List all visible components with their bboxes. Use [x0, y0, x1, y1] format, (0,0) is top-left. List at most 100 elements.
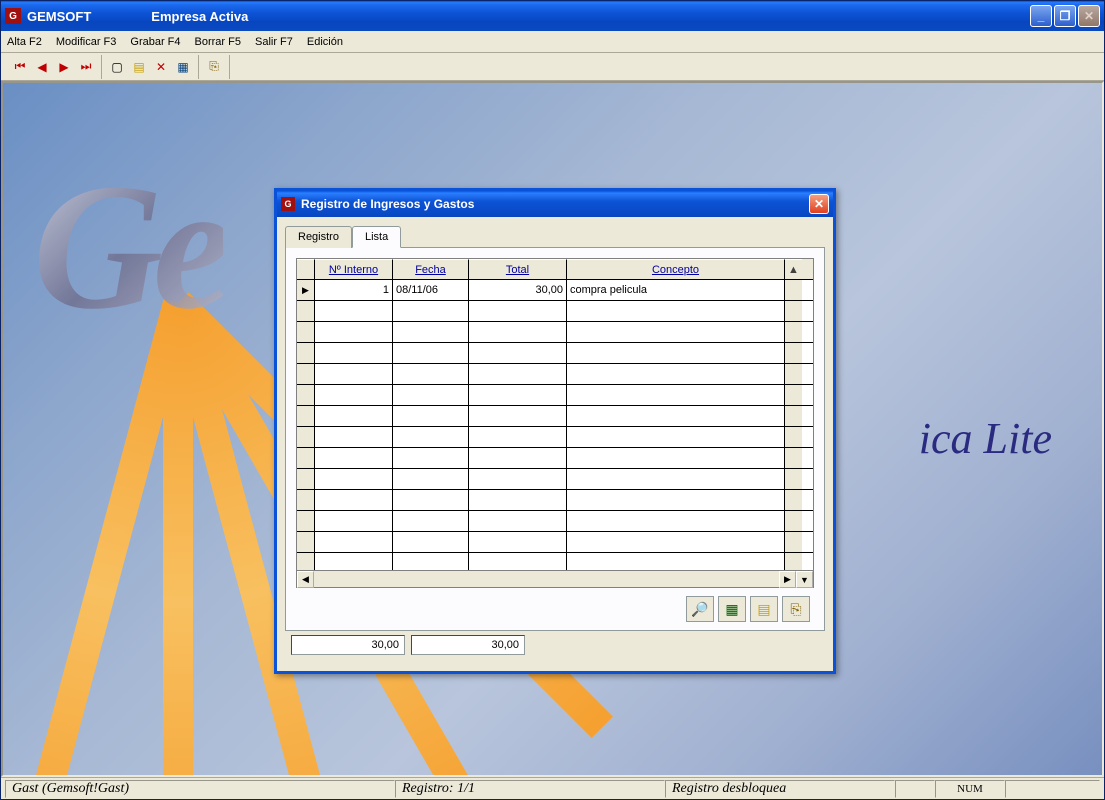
delete-icon: ✕ — [156, 60, 166, 74]
dialog-registro: G Registro de Ingresos y Gastos ✕ Regist… — [274, 188, 836, 674]
tab-lista[interactable]: Lista — [352, 226, 401, 248]
scroll-up-button[interactable]: ▲ — [785, 259, 802, 279]
prev-icon: ◀ — [37, 60, 46, 74]
cell-concepto[interactable]: compra pelicula — [567, 280, 785, 300]
new-record-button[interactable]: ▤ — [750, 596, 778, 622]
row-indicator-icon: ▶ — [297, 280, 315, 300]
dialog-toolbar: 🔎 ▦ ▤ ⎘ — [296, 588, 814, 626]
dialog-body: Registro Lista Nº Interno Fecha Total Co… — [277, 217, 833, 671]
table-row[interactable] — [297, 406, 813, 427]
data-grid[interactable]: Nº Interno Fecha Total Concepto ▲ ▶ 1 08… — [296, 258, 814, 588]
scroll-right-button[interactable]: ▶ — [779, 571, 796, 588]
next-button[interactable]: ▶ — [53, 56, 75, 78]
exit-dialog-button[interactable]: ⎘ — [782, 596, 810, 622]
cell-numero[interactable]: 1 — [315, 280, 393, 300]
table-row[interactable] — [297, 385, 813, 406]
header-fecha[interactable]: Fecha — [393, 259, 469, 279]
minimize-button[interactable]: _ — [1030, 5, 1052, 27]
menu-borrar[interactable]: Borrar F5 — [195, 36, 241, 48]
first-icon: ⏮ — [15, 59, 26, 74]
status-lock: Registro desbloquea — [665, 780, 895, 798]
table-row[interactable] — [297, 511, 813, 532]
grid-rows: ▶ 1 08/11/06 30,00 compra pelicula — [297, 280, 813, 570]
delete-button[interactable]: ✕ — [150, 56, 172, 78]
table-row[interactable] — [297, 427, 813, 448]
hscroll-track[interactable] — [314, 571, 779, 587]
table-row[interactable] — [297, 448, 813, 469]
edit-group: ▢ ▤ ✕ ▦ — [102, 55, 199, 79]
grid-header: Nº Interno Fecha Total Concepto ▲ — [297, 259, 813, 280]
status-module: Gast (Gemsoft!Gast) — [5, 780, 395, 798]
nav-group: ⏮ ◀ ▶ ⏭ — [5, 55, 102, 79]
table-row[interactable] — [297, 301, 813, 322]
dialog-icon: G — [281, 197, 295, 211]
next-icon: ▶ — [59, 60, 68, 74]
vscroll-track[interactable] — [785, 280, 802, 300]
close-button[interactable]: ✕ — [1078, 5, 1100, 27]
last-button[interactable]: ⏭ — [75, 56, 97, 78]
table-row[interactable] — [297, 490, 813, 511]
table-row[interactable] — [297, 322, 813, 343]
table-row[interactable] — [297, 532, 813, 553]
company-name: Empresa Activa — [151, 9, 248, 24]
menu-salir[interactable]: Salir F7 — [255, 36, 293, 48]
background-tagline: ica Lite — [919, 413, 1052, 464]
dialog-title: Registro de Ingresos y Gastos — [301, 197, 474, 211]
dialog-close-button[interactable]: ✕ — [809, 194, 829, 214]
exit-icon: ⎘ — [790, 601, 801, 618]
cell-fecha[interactable]: 08/11/06 — [393, 280, 469, 300]
header-numero[interactable]: Nº Interno — [315, 259, 393, 279]
menu-grabar[interactable]: Grabar F4 — [130, 36, 180, 48]
new-button[interactable]: ▢ — [106, 56, 128, 78]
cell-total[interactable]: 30,00 — [469, 280, 567, 300]
tab-registro[interactable]: Registro — [285, 226, 352, 248]
status-record: Registro: 1/1 — [395, 780, 665, 798]
new-doc-icon: ▢ — [111, 60, 122, 74]
menu-edicion[interactable]: Edición — [307, 36, 343, 48]
status-numlock: NUM — [935, 780, 1005, 798]
tab-panel-lista: Nº Interno Fecha Total Concepto ▲ ▶ 1 08… — [285, 248, 825, 631]
new-doc-icon: ▤ — [757, 601, 770, 618]
menu-modificar[interactable]: Modificar F3 — [56, 36, 117, 48]
table-row[interactable]: ▶ 1 08/11/06 30,00 compra pelicula — [297, 280, 813, 301]
table-row[interactable] — [297, 469, 813, 490]
close-icon: ✕ — [814, 197, 824, 211]
binoculars-icon: 🔎 — [691, 601, 708, 618]
statusbar: Gast (Gemsoft!Gast) Registro: 1/1 Regist… — [1, 777, 1104, 799]
table-row[interactable] — [297, 364, 813, 385]
table-row[interactable] — [297, 343, 813, 364]
content-area: Ge ica Lite G Registro de Ingresos y Gas… — [1, 81, 1104, 777]
exit-button[interactable]: ⎘ — [203, 56, 225, 78]
header-total[interactable]: Total — [469, 259, 567, 279]
grid-hscrollbar[interactable]: ◀ ▶ ▼ — [297, 570, 813, 587]
table-row[interactable] — [297, 553, 813, 570]
toolbar: ⏮ ◀ ▶ ⏭ ▢ ▤ ✕ ▦ ⎘ — [1, 53, 1104, 81]
first-button[interactable]: ⏮ — [9, 56, 31, 78]
status-spacer — [1005, 780, 1100, 798]
main-window: G GEMSOFT Empresa Activa _ ❐ ✕ Alta F2 M… — [0, 0, 1105, 800]
grid-icon: ▦ — [177, 60, 188, 74]
totals-row: 30,00 30,00 — [285, 631, 825, 663]
status-empty — [895, 780, 935, 798]
menu-alta[interactable]: Alta F2 — [7, 36, 42, 48]
app-icon: G — [5, 8, 21, 24]
maximize-button[interactable]: ❐ — [1054, 5, 1076, 27]
app-name: GEMSOFT — [27, 9, 91, 24]
total-field-1: 30,00 — [291, 635, 405, 655]
search-button[interactable]: 🔎 — [686, 596, 714, 622]
background-logo: Ge — [33, 143, 223, 350]
dialog-titlebar[interactable]: G Registro de Ingresos y Gastos ✕ — [277, 191, 833, 217]
grid-view-button[interactable]: ▦ — [718, 596, 746, 622]
grid-button[interactable]: ▦ — [172, 56, 194, 78]
header-selector[interactable] — [297, 259, 315, 279]
total-field-2: 30,00 — [411, 635, 525, 655]
menubar: Alta F2 Modificar F3 Grabar F4 Borrar F5… — [1, 31, 1104, 53]
scroll-left-button[interactable]: ◀ — [297, 571, 314, 588]
main-titlebar: G GEMSOFT Empresa Activa _ ❐ ✕ — [1, 1, 1104, 31]
scroll-down-button[interactable]: ▼ — [796, 571, 813, 588]
grid-icon: ▦ — [725, 601, 738, 618]
last-icon: ⏭ — [81, 59, 92, 74]
header-concepto[interactable]: Concepto — [567, 259, 785, 279]
open-button[interactable]: ▤ — [128, 56, 150, 78]
prev-button[interactable]: ◀ — [31, 56, 53, 78]
